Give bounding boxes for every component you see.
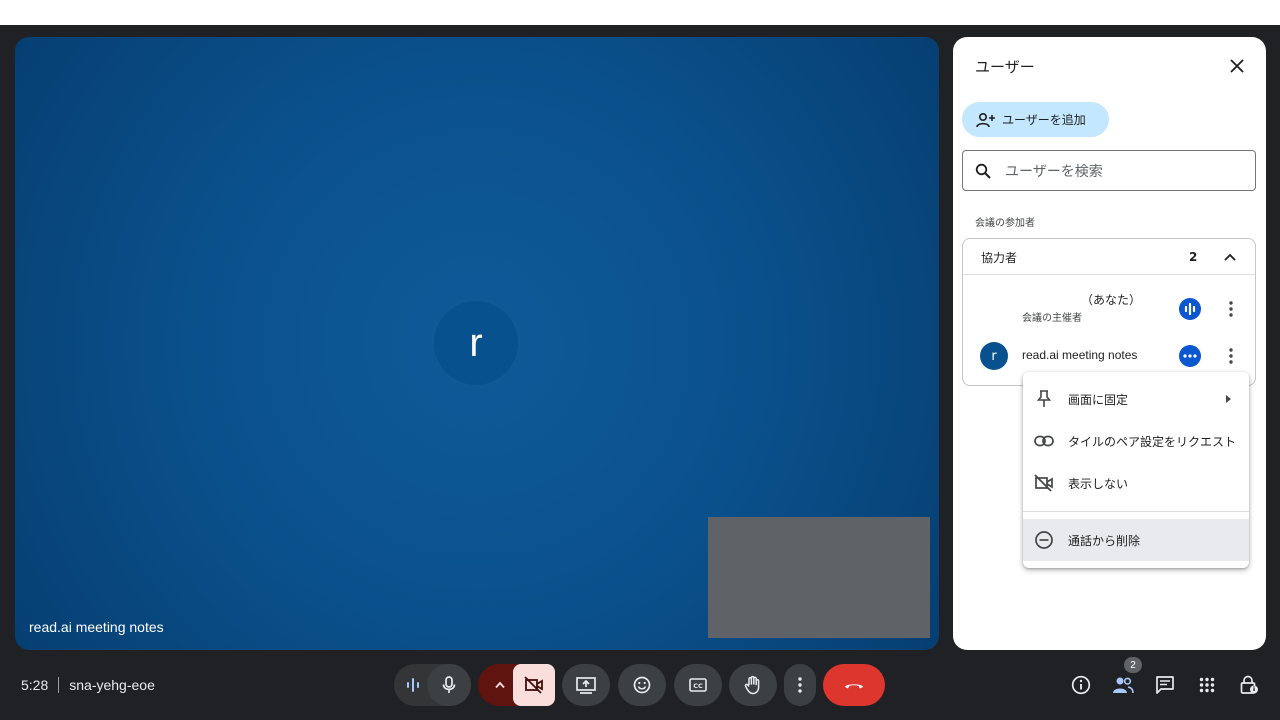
audio-level-icon	[407, 678, 419, 692]
remove-circle-icon	[1033, 529, 1055, 551]
menu-item-label: 通話から削除	[1068, 533, 1141, 548]
captions-button[interactable]: CC	[674, 664, 722, 706]
chevron-up-icon	[1224, 253, 1236, 261]
more-options-button[interactable]	[784, 664, 816, 706]
menu-item-label: 表示しない	[1068, 476, 1129, 491]
participant-row[interactable]: （あなた） 会議の主催者	[963, 287, 1255, 331]
closed-caption-icon: CC	[689, 678, 707, 692]
search-input[interactable]	[1005, 162, 1235, 179]
more-options-button[interactable]	[1221, 344, 1241, 368]
people-icon	[1113, 677, 1134, 694]
group-header-collaborators[interactable]: 協力者 2	[963, 239, 1255, 275]
participants-group: 協力者 2 （あなた） 会議の主催者 r read.ai meeting not…	[962, 238, 1256, 386]
microphone-button[interactable]	[427, 664, 471, 706]
microphone-control	[394, 664, 471, 706]
apps-grid-icon	[1199, 677, 1215, 693]
more-horiz-icon	[1179, 345, 1201, 367]
menu-item-label: 画面に固定	[1068, 392, 1129, 407]
meeting-time: 5:28	[21, 677, 49, 693]
video-off-icon	[524, 676, 543, 694]
menu-item-label: タイルのペア設定をリクエスト	[1068, 434, 1237, 449]
participant-row-avatar: r	[980, 342, 1008, 370]
people-count-badge: 2	[1124, 657, 1142, 673]
group-count: 2	[1189, 250, 1198, 264]
participant-name-label: read.ai meeting notes	[29, 619, 164, 635]
camera-toggle-button[interactable]	[513, 664, 555, 706]
chat-button[interactable]	[1153, 673, 1177, 697]
menu-item-tile-pair[interactable]: タイルのペア設定をリクエスト	[1023, 420, 1249, 462]
camera-control	[478, 664, 555, 706]
search-icon	[975, 163, 991, 179]
participant-row-name: （あなた）	[1081, 293, 1142, 307]
participant-row-name: read.ai meeting notes	[1022, 348, 1138, 362]
search-box[interactable]	[962, 150, 1256, 191]
lock-person-icon	[1240, 675, 1258, 694]
more-vert-icon	[1229, 348, 1233, 364]
group-label: 協力者	[981, 251, 1018, 265]
info-icon	[1071, 675, 1091, 695]
separator	[58, 677, 60, 693]
add-user-button[interactable]: ユーザーを追加	[962, 102, 1109, 137]
close-icon	[1230, 59, 1244, 73]
person-add-icon	[976, 112, 995, 127]
participant-avatar: r	[434, 301, 518, 385]
self-view-tile[interactable]	[708, 517, 930, 638]
pin-icon	[1033, 388, 1055, 410]
reactions-button[interactable]	[618, 664, 666, 706]
activities-button[interactable]	[1195, 673, 1219, 697]
panel-title: ユーザー	[975, 59, 1035, 76]
present-screen-icon	[576, 677, 596, 694]
host-controls-button[interactable]	[1237, 673, 1261, 697]
chat-icon	[1156, 676, 1174, 694]
participant-row-subtitle: 会議の主催者	[1022, 313, 1082, 324]
menu-item-hide[interactable]: 表示しない	[1023, 462, 1249, 504]
call-end-icon	[845, 684, 863, 689]
hand-icon	[744, 675, 760, 695]
more-vert-icon	[1229, 301, 1233, 317]
meeting-details-button[interactable]	[1069, 673, 1093, 697]
meeting-code: sna-yehg-eoe	[69, 677, 155, 693]
svg-text:CC: CC	[693, 682, 703, 690]
raise-hand-button[interactable]	[729, 664, 777, 706]
people-button[interactable]	[1111, 673, 1135, 697]
arrow-right-icon	[1226, 395, 1231, 403]
microphone-icon	[442, 676, 456, 693]
section-label: 会議の参加者	[975, 218, 1035, 229]
menu-item-pin[interactable]: 画面に固定	[1023, 378, 1249, 420]
present-screen-button[interactable]	[562, 664, 610, 706]
menu-item-remove[interactable]: 通話から削除	[1023, 519, 1249, 561]
more-options-button[interactable]	[1221, 297, 1241, 321]
link-icon	[1033, 430, 1055, 452]
menu-divider	[1023, 511, 1249, 512]
more-vert-icon	[798, 677, 802, 693]
add-user-label: ユーザーを追加	[1002, 113, 1086, 127]
audio-level-icon	[1179, 298, 1201, 320]
chevron-up-icon	[495, 681, 505, 689]
emoji-icon	[633, 676, 651, 694]
close-panel-button[interactable]	[1225, 54, 1249, 78]
participant-context-menu: 画面に固定 タイルのペア設定をリクエスト 表示しない 通話から削除	[1023, 372, 1249, 568]
leave-call-button[interactable]	[823, 664, 885, 706]
browser-top-strip	[0, 0, 1280, 25]
meeting-info: 5:28 sna-yehg-eoe	[21, 677, 155, 693]
video-off-icon	[1033, 472, 1055, 494]
